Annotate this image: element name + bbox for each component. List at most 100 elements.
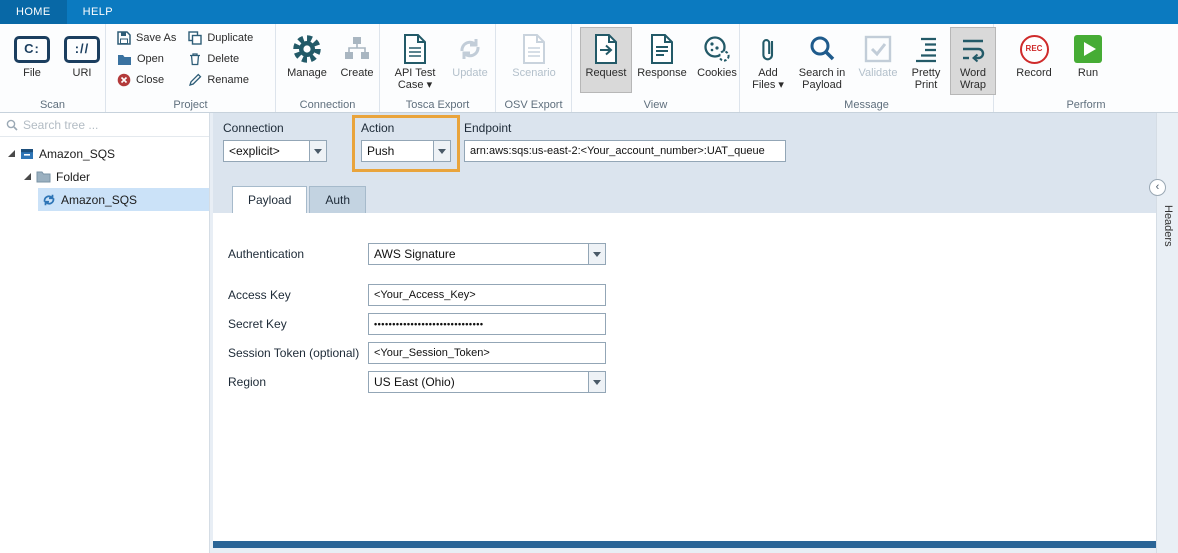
- record-label: Record: [1016, 67, 1051, 79]
- delete-button[interactable]: Delete: [185, 50, 256, 68]
- ribbon-group-view: Request Response Cookies View: [572, 24, 740, 112]
- search-in-payload-button[interactable]: Search in Payload: [792, 27, 852, 95]
- uri-label: URI: [73, 67, 92, 79]
- group-label-osv-export: OSV Export: [496, 99, 571, 111]
- cookies-button[interactable]: Cookies: [692, 27, 742, 93]
- session-token-input[interactable]: [368, 342, 606, 364]
- search-in-payload-label: Search in Payload: [795, 67, 849, 92]
- tree-search-input[interactable]: [23, 118, 203, 132]
- access-key-input[interactable]: [368, 284, 606, 306]
- authentication-dropdown[interactable]: AWS Signature: [368, 243, 606, 265]
- duplicate-label: Duplicate: [207, 32, 253, 44]
- tab-auth[interactable]: Auth: [309, 186, 366, 213]
- response-button[interactable]: Response: [634, 27, 690, 93]
- secret-key-input[interactable]: [368, 313, 606, 335]
- file-button[interactable]: C: File: [10, 27, 54, 93]
- save-as-label: Save As: [136, 32, 176, 44]
- play-icon: [1074, 31, 1102, 67]
- manage-button[interactable]: Manage: [284, 27, 330, 93]
- ribbon-group-message: Add Files ▾ Search in Payload Validate P…: [740, 24, 994, 112]
- validate-label: Validate: [859, 67, 898, 79]
- region-dropdown[interactable]: US East (Ohio): [368, 371, 606, 393]
- expander-icon[interactable]: [24, 173, 31, 180]
- run-button[interactable]: Run: [1066, 27, 1110, 93]
- folder-icon: [36, 171, 51, 183]
- ribbon-group-tosca-export: API Test Case ▾ Update Tosca Export: [380, 24, 496, 112]
- connection-dropdown[interactable]: <explicit>: [223, 140, 327, 162]
- response-label: Response: [637, 67, 687, 79]
- api-test-case-label: API Test Case ▾: [391, 67, 439, 92]
- chevron-down-icon[interactable]: [588, 244, 605, 264]
- sync-icon: [42, 193, 56, 207]
- uri-button[interactable]: :// URI: [60, 27, 104, 93]
- region-label: Region: [228, 375, 368, 389]
- collapse-chevron-icon[interactable]: ‹: [1149, 179, 1166, 196]
- save-as-button[interactable]: Save As: [114, 29, 179, 47]
- authentication-row: Authentication AWS Signature: [228, 243, 1156, 265]
- request-label: Request: [586, 67, 627, 79]
- tree-panel: Amazon_SQS Folder Amazon_SQS: [0, 113, 210, 553]
- action-field: Action Push: [361, 121, 451, 162]
- add-files-label: Add Files ▾: [749, 67, 787, 92]
- uri-scan-icon: ://: [64, 31, 100, 67]
- access-key-label: Access Key: [228, 288, 368, 302]
- ribbon-group-connection: Manage Create Connection: [276, 24, 380, 112]
- duplicate-button[interactable]: Duplicate: [185, 29, 256, 47]
- close-label: Close: [136, 74, 164, 86]
- action-label: Action: [361, 121, 451, 135]
- editor-topband: Connection <explicit> Action Push Endpoi…: [213, 113, 1156, 213]
- connection-field: Connection <explicit>: [223, 121, 327, 162]
- request-button[interactable]: Request: [580, 27, 632, 93]
- scenario-label: Scenario: [512, 67, 555, 79]
- record-button[interactable]: REC Record: [1010, 27, 1058, 93]
- document-icon: [403, 31, 427, 67]
- group-label-tosca-export: Tosca Export: [380, 99, 495, 111]
- group-label-view: View: [572, 99, 739, 111]
- action-value: Push: [362, 141, 433, 161]
- editor-tabs: Payload Auth: [223, 186, 1156, 213]
- action-dropdown[interactable]: Push: [361, 140, 451, 162]
- tab-payload[interactable]: Payload: [232, 186, 307, 213]
- update-button: Update: [446, 27, 494, 93]
- headers-tab[interactable]: Headers: [1162, 205, 1174, 247]
- chevron-down-icon[interactable]: [433, 141, 450, 161]
- tree-node-leaf-selected[interactable]: Amazon_SQS: [38, 188, 209, 211]
- session-token-label: Session Token (optional): [228, 346, 368, 360]
- ribbon-group-perform: REC Record Run Perform: [994, 24, 1178, 112]
- expander-icon[interactable]: [8, 150, 15, 157]
- endpoint-input[interactable]: [464, 140, 786, 162]
- service-box-icon: [20, 147, 34, 161]
- pencil-icon: [188, 73, 202, 87]
- authentication-label: Authentication: [228, 247, 368, 261]
- add-files-button[interactable]: Add Files ▾: [746, 27, 790, 95]
- cookie-icon: [703, 31, 731, 67]
- tree-node-folder-label: Folder: [56, 170, 90, 184]
- connection-label: Connection: [223, 121, 327, 135]
- tree-node-root[interactable]: Amazon_SQS: [0, 142, 209, 165]
- api-test-case-button[interactable]: API Test Case ▾: [388, 27, 442, 95]
- word-wrap-button[interactable]: Word Wrap: [950, 27, 996, 95]
- tab-help[interactable]: HELP: [67, 0, 129, 24]
- trash-icon: [188, 52, 202, 66]
- session-token-row: Session Token (optional): [228, 342, 1156, 364]
- tab-home[interactable]: HOME: [0, 0, 67, 24]
- refresh-icon: [456, 31, 484, 67]
- scenario-document-icon: [522, 31, 546, 67]
- close-button[interactable]: Close: [114, 71, 179, 89]
- response-document-icon: [650, 31, 674, 67]
- chevron-down-icon[interactable]: [309, 141, 326, 161]
- titlebar: HOME HELP: [0, 0, 1178, 24]
- group-label-message: Message: [740, 99, 993, 111]
- tree-node-folder[interactable]: Folder: [0, 165, 209, 188]
- rename-button[interactable]: Rename: [185, 71, 256, 89]
- sitemap-icon: [342, 31, 372, 67]
- group-label-perform: Perform: [994, 99, 1178, 111]
- open-button[interactable]: Open: [114, 50, 179, 68]
- duplicate-icon: [188, 31, 202, 45]
- editor-panel: Connection <explicit> Action Push Endpoi…: [213, 113, 1156, 548]
- create-button[interactable]: Create: [334, 27, 380, 93]
- pretty-print-button[interactable]: Pretty Print: [904, 27, 948, 95]
- chevron-down-icon[interactable]: [588, 372, 605, 392]
- ribbon-group-project: Save As Open Close Duplicate D: [106, 24, 276, 112]
- indent-lines-icon: [912, 31, 940, 67]
